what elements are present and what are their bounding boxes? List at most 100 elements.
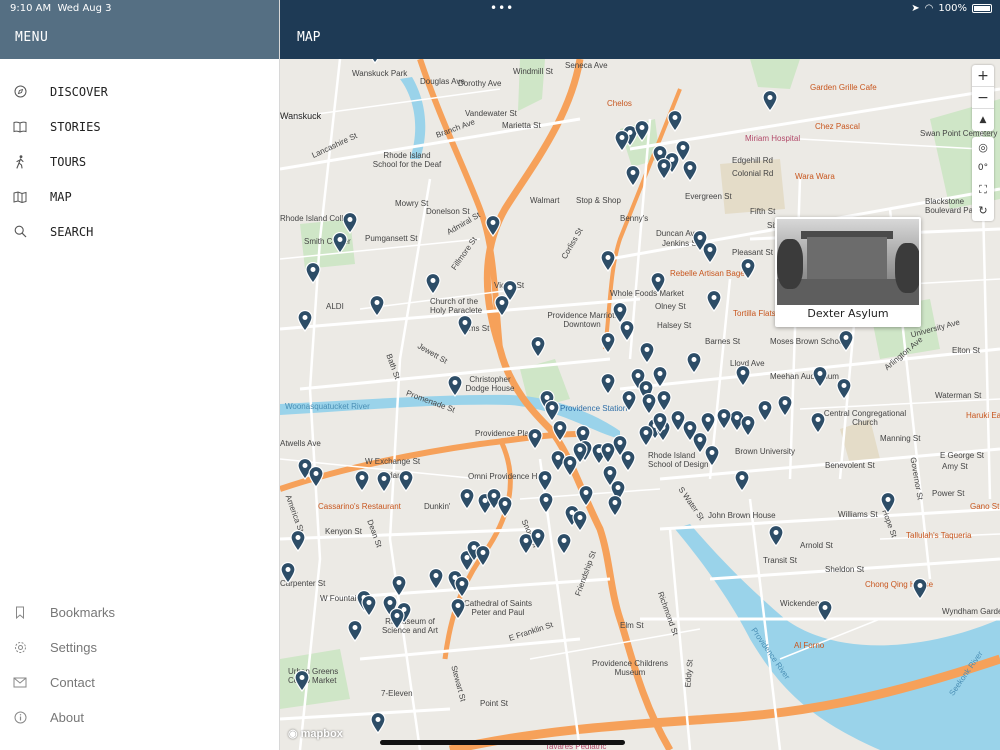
- location-pin[interactable]: [686, 352, 702, 374]
- location-pin[interactable]: [757, 400, 773, 422]
- nav-item-about[interactable]: About: [0, 700, 280, 735]
- location-pin[interactable]: [650, 272, 666, 294]
- location-pin[interactable]: [389, 608, 405, 630]
- location-pin[interactable]: [625, 165, 641, 187]
- location-pin[interactable]: [607, 495, 623, 517]
- location-pin[interactable]: [600, 332, 616, 354]
- map-view[interactable]: Wanskuck Park Wanskuck Chelos Garden Gri…: [280, 59, 1000, 750]
- location-pin[interactable]: [762, 90, 778, 112]
- location-pin[interactable]: [810, 412, 826, 434]
- location-pin[interactable]: [530, 336, 546, 358]
- nav-item-discover[interactable]: DISCOVER: [0, 74, 280, 109]
- location-pin[interactable]: [369, 295, 385, 317]
- location-pin[interactable]: [530, 528, 546, 550]
- location-pin[interactable]: [682, 160, 698, 182]
- location-pin[interactable]: [485, 215, 501, 237]
- location-pin[interactable]: [459, 488, 475, 510]
- multitasking-dots[interactable]: •••: [490, 1, 514, 15]
- zoom-out-button[interactable]: −: [972, 87, 994, 109]
- location-pin[interactable]: [562, 455, 578, 477]
- location-pin[interactable]: [347, 620, 363, 642]
- location-pin[interactable]: [652, 412, 668, 434]
- location-pin[interactable]: [634, 120, 650, 142]
- location-pin[interactable]: [652, 366, 668, 388]
- location-pin[interactable]: [619, 320, 635, 342]
- location-pin[interactable]: [735, 365, 751, 387]
- location-pin[interactable]: [600, 373, 616, 395]
- location-pin[interactable]: [817, 600, 833, 622]
- nav-item-settings[interactable]: Settings: [0, 630, 280, 665]
- place-popup[interactable]: Dexter Asylum: [775, 217, 921, 327]
- nav-item-map[interactable]: MAP: [0, 179, 280, 214]
- location-pin[interactable]: [716, 408, 732, 430]
- location-pin[interactable]: [639, 342, 655, 364]
- mapbox-logo[interactable]: ◉ mapbox: [288, 727, 343, 740]
- location-pin[interactable]: [656, 158, 672, 180]
- refresh-icon[interactable]: ↻: [972, 200, 994, 221]
- location-pin[interactable]: [836, 378, 852, 400]
- location-pin[interactable]: [280, 562, 296, 584]
- location-pin[interactable]: [656, 390, 672, 412]
- location-pin[interactable]: [740, 415, 756, 437]
- location-pin[interactable]: [838, 330, 854, 352]
- zoom-in-button[interactable]: +: [972, 65, 994, 87]
- location-pin[interactable]: [667, 110, 683, 132]
- fullscreen-icon[interactable]: ⛶: [972, 179, 994, 200]
- location-pin[interactable]: [621, 390, 637, 412]
- location-pin[interactable]: [425, 273, 441, 295]
- location-pin[interactable]: [537, 470, 553, 492]
- location-pin[interactable]: [297, 310, 313, 332]
- location-pin[interactable]: [450, 598, 466, 620]
- location-pin[interactable]: [620, 450, 636, 472]
- location-pin[interactable]: [734, 470, 750, 492]
- location-pin[interactable]: [308, 466, 324, 488]
- location-pin[interactable]: [544, 400, 560, 422]
- home-indicator[interactable]: [380, 740, 625, 745]
- location-pin[interactable]: [342, 212, 358, 234]
- location-pin[interactable]: [294, 670, 310, 692]
- location-pin[interactable]: [614, 130, 630, 152]
- location-pin[interactable]: [740, 258, 756, 280]
- location-pin[interactable]: [332, 232, 348, 254]
- location-pin[interactable]: [600, 250, 616, 272]
- location-pin[interactable]: [572, 510, 588, 532]
- location-pin[interactable]: [702, 242, 718, 264]
- location-pin[interactable]: [538, 492, 554, 514]
- location-pin[interactable]: [494, 295, 510, 317]
- location-pin[interactable]: [447, 375, 463, 397]
- location-pin[interactable]: [704, 445, 720, 467]
- location-pin[interactable]: [361, 595, 377, 617]
- location-pin[interactable]: [457, 315, 473, 337]
- location-pin[interactable]: [290, 530, 306, 552]
- location-pin[interactable]: [880, 492, 896, 514]
- compass-button[interactable]: ▲: [972, 109, 994, 131]
- location-pin[interactable]: [812, 366, 828, 388]
- location-pin[interactable]: [376, 471, 392, 493]
- location-pin[interactable]: [556, 533, 572, 555]
- location-pin[interactable]: [578, 485, 594, 507]
- location-pin[interactable]: [398, 470, 414, 492]
- location-pin[interactable]: [497, 496, 513, 518]
- location-pin[interactable]: [305, 262, 321, 284]
- bearing-readout[interactable]: 0°: [972, 158, 994, 179]
- location-pin[interactable]: [700, 412, 716, 434]
- nav-item-search[interactable]: SEARCH: [0, 214, 280, 249]
- location-pin[interactable]: [527, 428, 543, 450]
- location-pin[interactable]: [475, 545, 491, 567]
- location-pin[interactable]: [768, 525, 784, 547]
- location-pin[interactable]: [391, 575, 407, 597]
- locate-icon[interactable]: ◎: [972, 137, 994, 158]
- nav-item-contact[interactable]: Contact: [0, 665, 280, 700]
- location-pin[interactable]: [777, 395, 793, 417]
- location-pin[interactable]: [706, 290, 722, 312]
- location-pin[interactable]: [354, 470, 370, 492]
- location-pin[interactable]: [370, 712, 386, 734]
- location-pin[interactable]: [552, 420, 568, 442]
- nav-item-stories[interactable]: STORIES: [0, 109, 280, 144]
- nav-item-bookmarks[interactable]: Bookmarks: [0, 595, 280, 630]
- nav-item-tours[interactable]: TOURS: [0, 144, 280, 179]
- location-pin[interactable]: [454, 576, 470, 598]
- location-pin[interactable]: [912, 578, 928, 600]
- location-pin[interactable]: [367, 59, 383, 64]
- location-pin[interactable]: [675, 140, 691, 162]
